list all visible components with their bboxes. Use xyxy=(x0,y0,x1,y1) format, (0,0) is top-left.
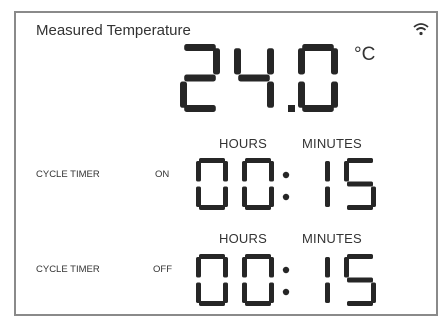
hours-label-off: HOURS xyxy=(219,231,267,246)
segment-b xyxy=(331,48,338,75)
seven-segment-digit-1 xyxy=(344,254,376,306)
segment-e xyxy=(196,186,201,207)
segment-f xyxy=(196,161,201,182)
segment-b xyxy=(213,48,220,75)
segment-f xyxy=(242,161,247,182)
on-timer-colon xyxy=(282,171,290,201)
segment-b xyxy=(325,161,330,182)
off-timer-hours xyxy=(196,254,274,306)
segment-g xyxy=(238,74,270,82)
segment-d xyxy=(347,205,373,210)
hours-label-on: HOURS xyxy=(219,136,267,151)
segment-b xyxy=(223,257,228,278)
segment-g xyxy=(184,74,216,82)
seven-segment-digit-1 xyxy=(242,158,274,210)
segment-a xyxy=(347,254,373,259)
on-timer-minutes xyxy=(325,158,376,210)
off-timer-minutes xyxy=(325,254,376,306)
seven-segment-digit-1 xyxy=(242,254,274,306)
segment-c xyxy=(223,282,228,303)
segment-c xyxy=(325,186,330,207)
wifi-icon xyxy=(413,23,429,36)
segment-g xyxy=(347,277,373,283)
segment-f xyxy=(344,257,349,278)
segment-d xyxy=(245,205,271,210)
timer-state-on: ON xyxy=(155,169,170,180)
minutes-label-off: MINUTES xyxy=(302,231,362,246)
seven-segment-digit-0 xyxy=(325,161,330,207)
segment-e xyxy=(242,282,247,303)
segment-c xyxy=(325,282,330,303)
segment-c xyxy=(223,186,228,207)
on-timer-hours xyxy=(196,158,274,210)
segment-a xyxy=(199,158,225,163)
segment-a xyxy=(184,44,216,51)
segment-a xyxy=(245,158,271,163)
segment-c xyxy=(269,282,274,303)
segment-c xyxy=(371,186,376,207)
segment-d xyxy=(347,301,373,306)
seven-segment-digit-0 xyxy=(180,44,220,112)
segment-e xyxy=(242,186,247,207)
segment-b xyxy=(269,161,274,182)
seven-segment-digit-2 xyxy=(298,44,338,112)
panel-title: Measured Temperature xyxy=(36,22,191,39)
segment-c xyxy=(331,81,338,108)
segment-d xyxy=(184,105,216,112)
seven-segment-digit-0 xyxy=(196,158,228,210)
segment-b xyxy=(325,257,330,278)
segment-d xyxy=(245,301,271,306)
segment-b xyxy=(267,48,274,75)
segment-f xyxy=(196,257,201,278)
segment-a xyxy=(199,254,225,259)
segment-e xyxy=(180,81,187,108)
segment-c xyxy=(269,186,274,207)
segment-d xyxy=(199,205,225,210)
segment-f xyxy=(234,48,241,75)
segment-d xyxy=(199,301,225,306)
segment-b xyxy=(223,161,228,182)
temperature-unit: °C xyxy=(354,44,376,65)
minutes-label-on: MINUTES xyxy=(302,136,362,151)
decimal-point xyxy=(288,105,295,112)
segment-b xyxy=(269,257,274,278)
seven-segment-digit-1 xyxy=(344,158,376,210)
cycle-timer-label-off: CYCLE TIMER xyxy=(36,264,100,275)
seven-segment-digit-1 xyxy=(234,48,274,108)
cycle-timer-label-on: CYCLE TIMER xyxy=(36,169,100,180)
off-timer-colon xyxy=(282,266,290,296)
segment-a xyxy=(245,254,271,259)
segment-f xyxy=(344,161,349,182)
segment-c xyxy=(371,282,376,303)
segment-e xyxy=(196,282,201,303)
segment-c xyxy=(267,81,274,108)
seven-segment-digit-0 xyxy=(325,257,330,303)
segment-e xyxy=(298,81,305,108)
segment-f xyxy=(298,48,305,75)
segment-a xyxy=(347,158,373,163)
segment-g xyxy=(347,181,373,187)
timer-state-off: OFF xyxy=(153,264,172,275)
segment-f xyxy=(242,257,247,278)
segment-d xyxy=(302,105,334,112)
temperature-value xyxy=(180,44,338,112)
segment-a xyxy=(302,44,334,51)
seven-segment-digit-0 xyxy=(196,254,228,306)
